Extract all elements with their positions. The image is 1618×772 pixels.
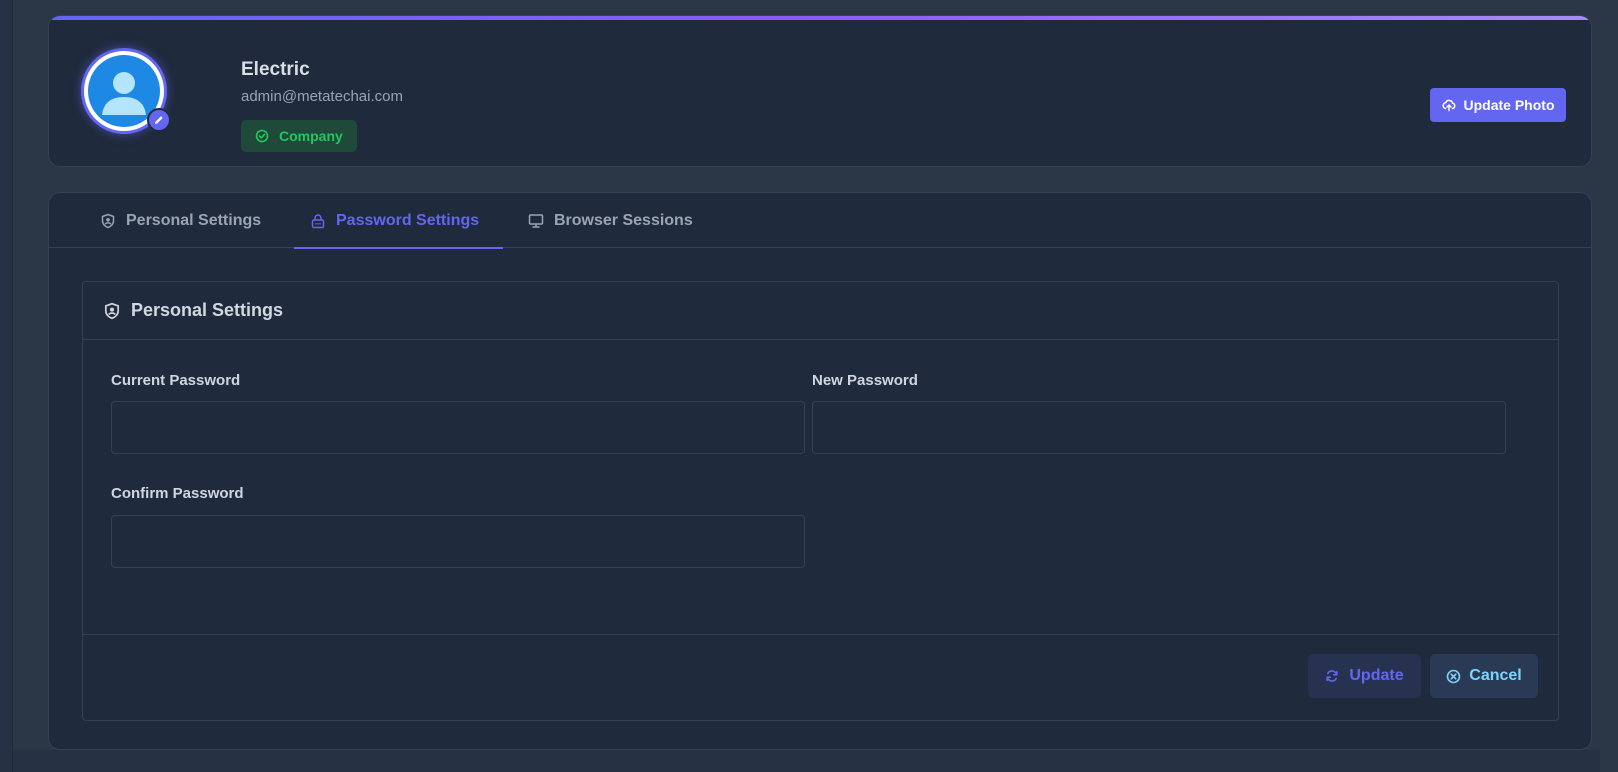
settings-tabs: Personal Settings Password Settings Brow… xyxy=(49,193,1591,249)
current-password-input[interactable] xyxy=(111,401,805,454)
confirm-password-input[interactable] xyxy=(111,515,805,568)
cloud-upload-icon xyxy=(1441,99,1455,112)
current-password-label: Current Password xyxy=(111,372,241,389)
lock-icon xyxy=(311,213,325,228)
left-rail xyxy=(0,0,13,772)
panel-footer-divider xyxy=(83,634,1558,635)
shield-user-icon xyxy=(104,302,120,319)
panel-header: Personal Settings xyxy=(83,282,1558,340)
accent-bar xyxy=(49,16,1591,20)
scrollbar-track[interactable] xyxy=(1600,0,1618,772)
cancel-button[interactable]: Cancel xyxy=(1430,654,1538,698)
new-password-input[interactable] xyxy=(812,401,1506,454)
role-badge: Company xyxy=(241,120,357,152)
bottom-strip xyxy=(13,750,1600,772)
tab-label: Browser Sessions xyxy=(554,211,693,229)
password-settings-panel: Personal Settings Current Password New P… xyxy=(82,281,1559,721)
close-circle-icon xyxy=(1446,669,1461,683)
role-badge-label: Company xyxy=(279,128,343,144)
avatar-edit-button[interactable] xyxy=(147,108,171,132)
new-password-label: New Password xyxy=(812,372,918,389)
pencil-icon xyxy=(155,116,163,124)
panel-title: Personal Settings xyxy=(131,300,284,320)
profile-email: admin@metatechai.com xyxy=(241,88,403,105)
profile-name: Electric xyxy=(241,59,310,80)
update-button[interactable]: Update xyxy=(1308,654,1421,698)
tab-label: Password Settings xyxy=(336,211,480,229)
tab-password-settings[interactable]: Password Settings xyxy=(293,193,504,249)
tab-browser-sessions[interactable]: Browser Sessions xyxy=(528,193,693,248)
confirm-password-label: Confirm Password xyxy=(111,485,244,502)
avatar-wrap xyxy=(81,48,171,134)
shield-user-icon xyxy=(101,213,115,228)
profile-card: Electric admin@metatechai.com Company Up… xyxy=(48,15,1592,167)
check-circle-icon xyxy=(255,129,269,143)
tab-personal-settings[interactable]: Personal Settings xyxy=(100,193,261,248)
update-photo-button[interactable]: Update Photo xyxy=(1430,88,1566,122)
refresh-icon xyxy=(1326,670,1338,682)
monitor-icon xyxy=(528,213,544,228)
settings-card: Personal Settings Password Settings Brow… xyxy=(48,192,1592,750)
update-photo-label: Update Photo xyxy=(1463,97,1555,113)
cancel-button-label: Cancel xyxy=(1469,667,1522,684)
tab-label: Personal Settings xyxy=(126,211,262,229)
update-button-label: Update xyxy=(1349,667,1404,684)
